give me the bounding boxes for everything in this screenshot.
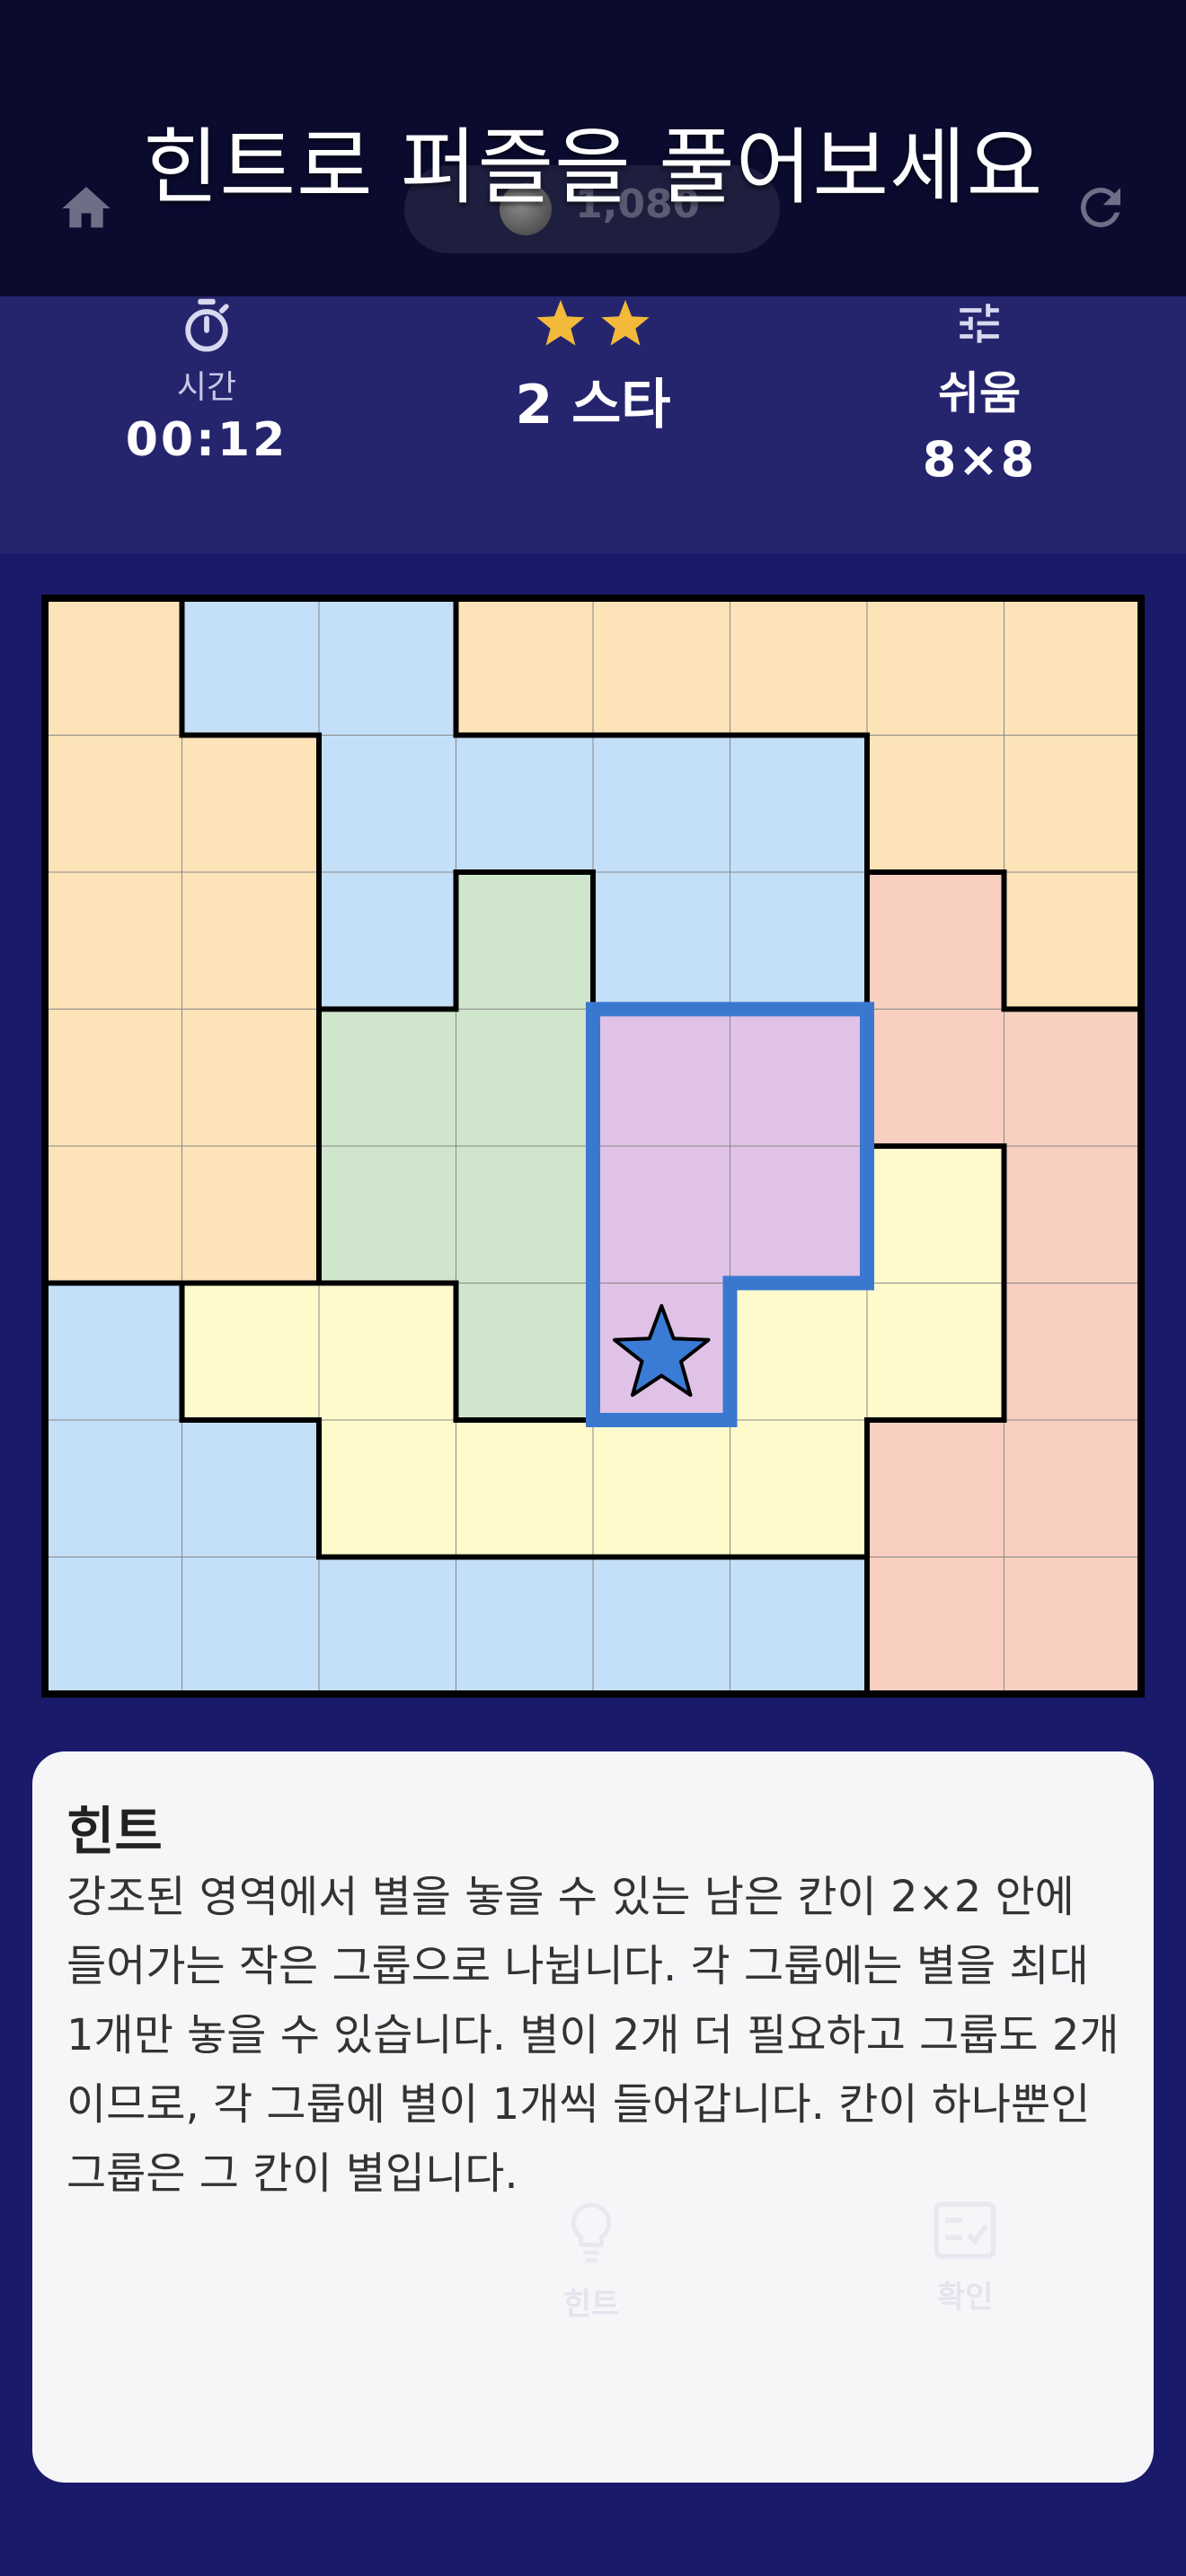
board-cell[interactable] xyxy=(44,1145,182,1284)
board-cell[interactable] xyxy=(318,871,456,1010)
board-cell[interactable] xyxy=(456,1557,594,1695)
board-cell[interactable] xyxy=(730,597,868,736)
board-cell[interactable] xyxy=(1004,1419,1142,1557)
board-cell[interactable] xyxy=(1004,1009,1142,1147)
stars-label: 2 스타 xyxy=(515,374,671,437)
board-cell[interactable] xyxy=(1004,871,1142,1010)
board-cell[interactable] xyxy=(592,1419,730,1557)
board-cell[interactable] xyxy=(866,1419,1005,1557)
board-cell[interactable] xyxy=(181,1419,320,1557)
timer-icon xyxy=(185,298,229,352)
board-size-label: 8×8 xyxy=(922,431,1037,488)
puzzle-board xyxy=(40,593,1146,1699)
board-cell[interactable] xyxy=(592,1009,730,1147)
hint-button[interactable]: 힌트 xyxy=(501,2201,681,2324)
board-cell[interactable] xyxy=(318,1145,456,1284)
board-cell[interactable] xyxy=(456,1283,594,1421)
board-cell[interactable] xyxy=(866,1557,1005,1695)
star-icon xyxy=(601,300,650,346)
board-cell[interactable] xyxy=(318,1283,456,1421)
board-cell[interactable] xyxy=(592,1145,730,1284)
board-cell[interactable] xyxy=(592,1557,730,1695)
board-cell[interactable] xyxy=(456,735,594,873)
board-cell[interactable] xyxy=(1004,735,1142,873)
board-cell[interactable] xyxy=(44,871,182,1010)
board-cell[interactable] xyxy=(730,1009,868,1147)
hint-banner: 힌트로 퍼즐을 풀어보세요 xyxy=(142,119,1044,216)
board-cell[interactable] xyxy=(456,871,594,1010)
board-cell[interactable] xyxy=(456,1419,594,1557)
star-icon xyxy=(536,300,585,346)
board-cell[interactable] xyxy=(866,1009,1005,1147)
board-cell[interactable] xyxy=(181,1009,320,1147)
board-cell[interactable] xyxy=(730,735,868,873)
board-cell[interactable] xyxy=(592,871,730,1010)
board-cell[interactable] xyxy=(592,735,730,873)
board-cell[interactable] xyxy=(44,597,182,736)
board-cell[interactable] xyxy=(44,1283,182,1421)
board-cell[interactable] xyxy=(866,1283,1005,1421)
board-cell[interactable] xyxy=(44,1009,182,1147)
board-cell[interactable] xyxy=(44,735,182,873)
board-cell[interactable] xyxy=(181,1557,320,1695)
tune-icon xyxy=(960,304,999,343)
board-cell[interactable] xyxy=(44,1557,182,1695)
board-cell[interactable] xyxy=(866,735,1005,873)
time-value: 00:12 xyxy=(125,413,288,467)
board-cell[interactable] xyxy=(44,1419,182,1557)
board-cell[interactable] xyxy=(181,597,320,736)
board-cell[interactable] xyxy=(456,1009,594,1147)
board-cell[interactable] xyxy=(730,1557,868,1695)
board-cell[interactable] xyxy=(318,1557,456,1695)
board-cell[interactable] xyxy=(730,1145,868,1284)
check-button[interactable]: 확인 xyxy=(875,2201,1055,2316)
board-cell[interactable] xyxy=(181,1283,320,1421)
stats-bar: 시간 00:12 2 스타 쉬움 8×8 xyxy=(0,296,1186,553)
hint-text: 강조된 영역에서 별을 놓을 수 있는 남은 칸이 2×2 안에 들어가는 작은… xyxy=(66,1872,1120,2199)
board-cell[interactable] xyxy=(866,597,1005,736)
hint-title: 힌트 xyxy=(66,1801,163,1862)
board-cell[interactable] xyxy=(318,1009,456,1147)
board-cell[interactable] xyxy=(456,597,594,736)
board-cell[interactable] xyxy=(730,1283,868,1421)
board-cell[interactable] xyxy=(318,735,456,873)
board-cell[interactable] xyxy=(730,871,868,1010)
lightbulb-icon xyxy=(571,2202,612,2263)
board-cell[interactable] xyxy=(181,1145,320,1284)
board-svg xyxy=(41,595,1145,1698)
board-cell[interactable] xyxy=(866,1145,1005,1284)
board-cell[interactable] xyxy=(866,871,1005,1010)
hint-card: 힌트 강조된 영역에서 별을 놓을 수 있는 남은 칸이 2×2 안에 들어가는… xyxy=(32,1751,1154,2483)
difficulty-label: 쉬움 xyxy=(938,367,1021,419)
board-cell[interactable] xyxy=(318,1419,456,1557)
check-icon xyxy=(934,2201,996,2259)
time-label: 시간 xyxy=(176,369,237,406)
board-cell[interactable] xyxy=(1004,597,1142,736)
board-cell[interactable] xyxy=(181,871,320,1010)
board-cell[interactable] xyxy=(456,1145,594,1284)
board-cell[interactable] xyxy=(1004,1283,1142,1421)
board-cell[interactable] xyxy=(592,597,730,736)
board-cell[interactable] xyxy=(181,735,320,873)
board-cell[interactable] xyxy=(730,1419,868,1557)
board-cell[interactable] xyxy=(318,597,456,736)
check-button-label: 확인 xyxy=(936,2280,994,2316)
board-cell[interactable] xyxy=(1004,1557,1142,1695)
board-cell[interactable] xyxy=(1004,1145,1142,1284)
stars-row xyxy=(431,296,755,354)
hint-button-label: 힌트 xyxy=(562,2287,620,2323)
